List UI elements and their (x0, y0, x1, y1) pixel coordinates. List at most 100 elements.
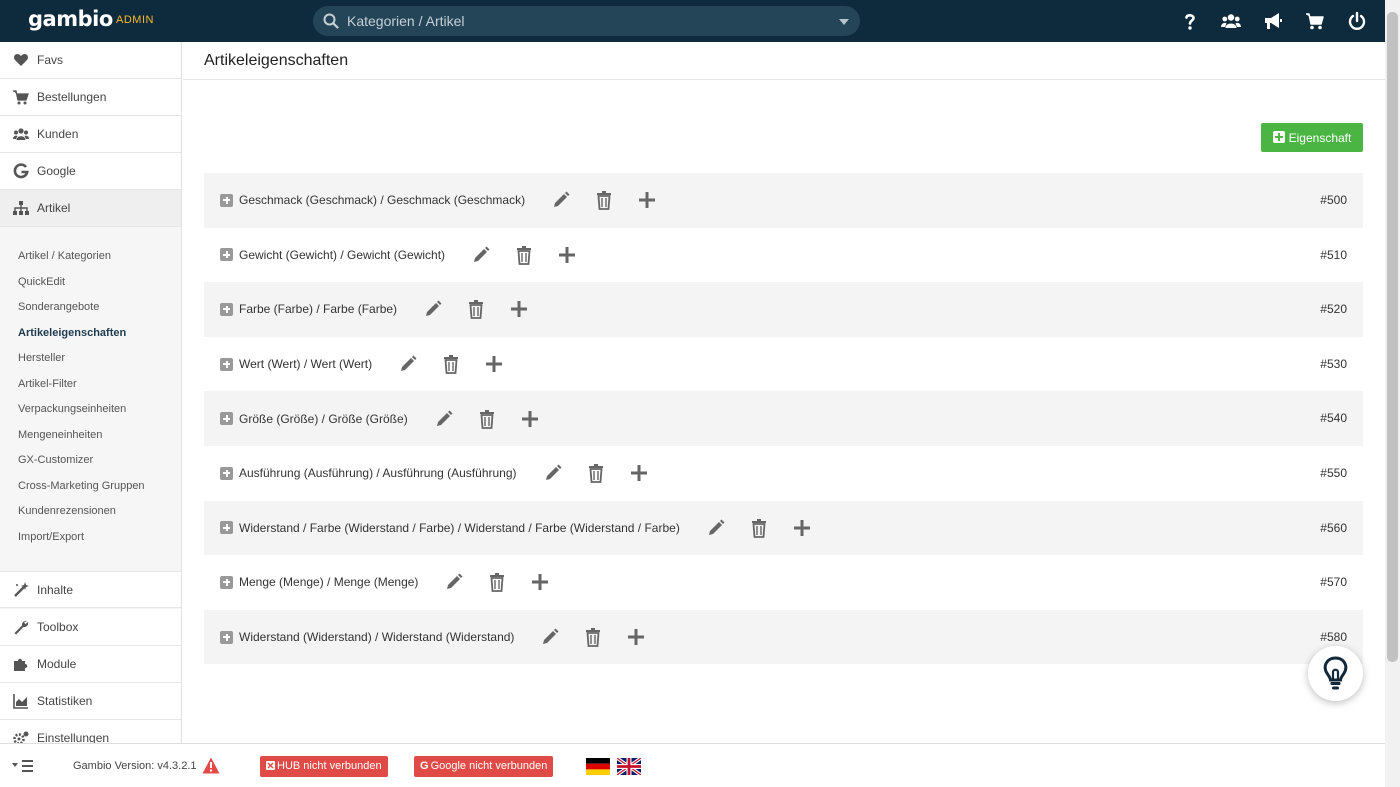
delete-icon[interactable] (594, 190, 614, 211)
property-name: Ausführung (Ausführung) / Ausführung (Au… (239, 466, 517, 481)
expand-icon[interactable] (220, 193, 233, 207)
chevron-down-icon[interactable] (839, 19, 849, 25)
cogs-icon (13, 731, 29, 743)
edit-icon[interactable] (398, 354, 418, 374)
property-id: #510 (1320, 247, 1347, 262)
submenu-verpackungseinheiten[interactable]: Verpackungseinheiten (18, 403, 126, 415)
delete-icon[interactable] (487, 572, 507, 593)
sidebar-toggle-icon[interactable] (12, 759, 36, 773)
search-bar[interactable] (313, 6, 860, 36)
delete-icon[interactable] (441, 354, 461, 374)
submenu-kundenrezensionen[interactable]: Kundenrezensionen (18, 505, 116, 517)
sidebar-item-toolbox[interactable]: Toolbox (0, 609, 181, 646)
expand-icon[interactable] (220, 466, 233, 480)
submenu-import-export[interactable]: Import/Export (18, 531, 84, 543)
submenu-cross-marketing[interactable]: Cross-Marketing Gruppen (18, 480, 145, 492)
sidebar-item-module[interactable]: Module (0, 646, 181, 683)
property-name: Gewicht (Gewicht) / Gewicht (Gewicht) (239, 247, 446, 262)
delete-icon[interactable] (586, 463, 606, 484)
sidebar: Favs Bestellungen Kunden Google Artikel … (0, 42, 182, 743)
edit-icon[interactable] (444, 572, 464, 592)
edit-icon[interactable] (543, 463, 563, 483)
sidebar-item-favs[interactable]: Favs (0, 42, 181, 79)
property-id: #580 (1320, 629, 1347, 644)
expand-icon[interactable] (220, 357, 233, 371)
add-value-icon[interactable] (484, 354, 504, 374)
submenu-quickedit[interactable]: QuickEdit (18, 276, 65, 288)
submenu-mengeneinheiten[interactable]: Mengeneinheiten (18, 429, 102, 441)
power-icon[interactable] (1347, 11, 1367, 31)
edit-icon[interactable] (551, 190, 571, 210)
add-value-icon[interactable] (626, 627, 646, 647)
add-value-icon[interactable] (509, 299, 529, 319)
users-icon (13, 128, 29, 140)
megaphone-icon[interactable] (1263, 11, 1283, 31)
cart-icon[interactable] (1305, 11, 1325, 31)
sidebar-item-artikel[interactable]: Artikel (0, 190, 181, 227)
uk-flag-icon[interactable] (617, 758, 641, 775)
edit-icon[interactable] (540, 627, 560, 647)
page-scrollbar[interactable] (1385, 0, 1400, 787)
chart-icon (13, 694, 28, 709)
expand-icon[interactable] (220, 575, 233, 589)
gambio-logo[interactable]: gambio (28, 7, 113, 31)
edit-icon[interactable] (434, 409, 454, 429)
warning-icon[interactable] (202, 757, 220, 774)
property-name: Widerstand (Widerstand) / Widerstand (Wi… (239, 630, 515, 645)
sidebar-item-einstellungen[interactable]: Einstellungen (0, 720, 181, 743)
search-input[interactable] (347, 6, 827, 36)
expand-icon[interactable] (220, 302, 233, 316)
property-name: Wert (Wert) / Wert (Wert) (239, 357, 373, 372)
add-property-button[interactable]: Eigenschaft (1261, 123, 1363, 152)
submenu-artikeleigenschaften[interactable]: Artikeleigenschaften (18, 327, 126, 339)
customers-icon[interactable] (1221, 11, 1241, 31)
property-row: Farbe (Farbe) / Farbe (Farbe) #520 (204, 282, 1363, 337)
hub-status-button[interactable]: HUB nicht verbunden (260, 756, 388, 777)
sitemap-icon (13, 201, 29, 215)
page-header: Artikeleigenschaften (183, 42, 1385, 80)
submenu-artikel-kategorien[interactable]: Artikel / Kategorien (18, 250, 111, 262)
sidebar-item-kunden[interactable]: Kunden (0, 116, 181, 153)
delete-icon[interactable] (477, 409, 497, 429)
delete-icon[interactable] (466, 299, 486, 320)
help-icon[interactable] (1180, 11, 1200, 31)
expand-icon[interactable] (220, 521, 233, 535)
add-value-icon[interactable] (792, 518, 812, 538)
top-bar: gambio ADMIN (0, 0, 1400, 42)
add-value-icon[interactable] (557, 245, 577, 265)
expand-icon[interactable] (220, 630, 233, 644)
add-value-icon[interactable] (629, 463, 649, 483)
expand-icon[interactable] (220, 412, 233, 426)
sidebar-item-label: Module (37, 657, 77, 671)
google-status-label: Google nicht verbunden (430, 760, 548, 772)
edit-icon[interactable] (706, 518, 726, 538)
sidebar-item-bestellungen[interactable]: Bestellungen (0, 79, 181, 116)
scrollbar-thumb[interactable] (1387, 12, 1398, 662)
page-title: Artikeleigenschaften (204, 52, 349, 69)
add-value-icon[interactable] (637, 190, 657, 210)
expand-icon[interactable] (220, 248, 233, 262)
property-id: #560 (1320, 520, 1347, 535)
submenu-gx-customizer[interactable]: GX-Customizer (18, 454, 93, 466)
edit-icon[interactable] (423, 299, 443, 319)
footer: Gambio Version: v4.3.2.1 HUB nicht verbu… (0, 743, 1385, 787)
submenu-sonderangebote[interactable]: Sonderangebote (18, 301, 99, 313)
delete-icon[interactable] (749, 518, 769, 538)
submenu-artikel-filter[interactable]: Artikel-Filter (18, 378, 77, 390)
sidebar-item-statistiken[interactable]: Statistiken (0, 683, 181, 720)
de-flag-icon[interactable] (586, 758, 610, 775)
property-id: #520 (1320, 302, 1347, 317)
delete-icon[interactable] (583, 627, 603, 647)
property-name: Menge (Menge) / Menge (Menge) (239, 575, 419, 590)
add-value-icon[interactable] (530, 572, 550, 592)
submenu-hersteller[interactable]: Hersteller (18, 352, 65, 364)
delete-icon[interactable] (514, 245, 534, 265)
google-status-button[interactable]: G Google nicht verbunden (414, 756, 554, 777)
help-lightbulb-button[interactable] (1308, 646, 1363, 701)
sidebar-item-google[interactable]: Google (0, 153, 181, 190)
edit-icon[interactable] (471, 245, 491, 265)
version-label: Gambio Version: v4.3.2.1 (73, 760, 197, 772)
sidebar-item-inhalte[interactable]: Inhalte (0, 571, 181, 608)
sidebar-item-label: Statistiken (37, 694, 93, 708)
add-value-icon[interactable] (520, 409, 540, 429)
